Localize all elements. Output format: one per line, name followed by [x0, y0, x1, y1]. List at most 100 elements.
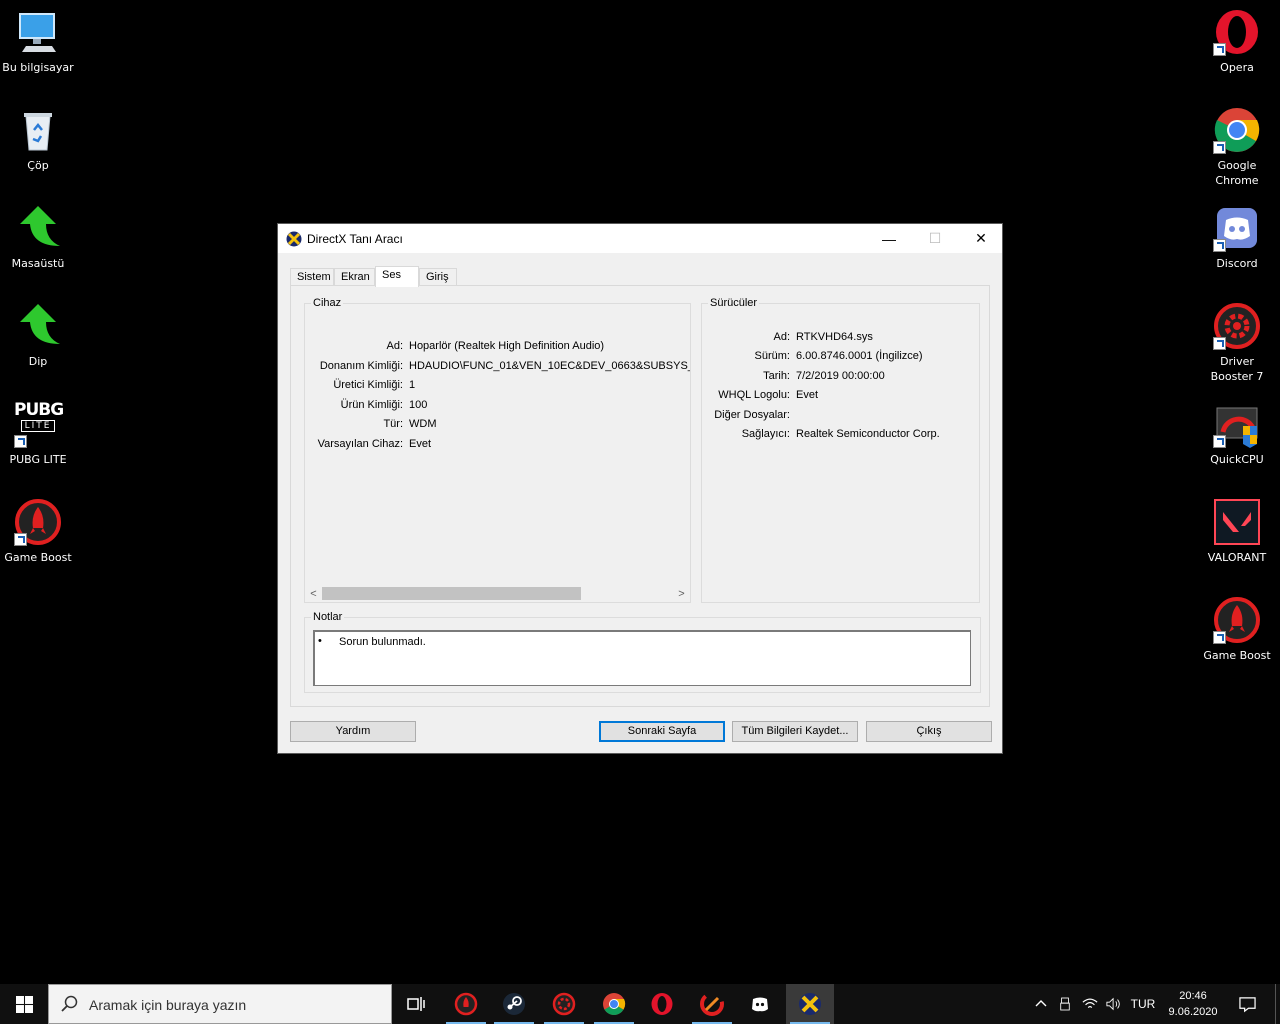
desktop-icon-driver-booster[interactable]: Driver Booster 7	[1199, 302, 1275, 384]
save-all-info-button[interactable]: Tüm Bilgileri Kaydet...	[732, 721, 858, 742]
shortcut-arrow-icon	[1213, 141, 1226, 154]
close-button[interactable]: ✕	[958, 224, 1004, 253]
taskbar-chrome[interactable]	[590, 984, 638, 1024]
product-id-value: 100	[409, 399, 428, 411]
language-indicator[interactable]: TUR	[1128, 984, 1158, 1024]
tab-giris[interactable]: Giriş	[419, 268, 457, 286]
green-arrow-icon	[14, 204, 62, 252]
clock-time: 20:46	[1179, 990, 1207, 1002]
minimize-button[interactable]: —	[866, 224, 912, 253]
volume-icon	[1106, 997, 1120, 1011]
pubg-logo-text: PUBG	[14, 400, 64, 420]
hardware-id-value: HDAUDIO\FUNC_01&VEN_10EC&DEV_0663&SUBSYS…	[409, 360, 690, 372]
maximize-button[interactable]: ☐	[912, 224, 958, 253]
exit-button[interactable]: Çıkış	[866, 721, 992, 742]
driver-date-value: 7/2/2019 00:00:00	[796, 370, 885, 382]
opera-icon	[651, 993, 673, 1015]
tab-sistem[interactable]: Sistem	[290, 268, 334, 286]
pubg-logo-subtext: LITE	[21, 420, 55, 432]
shortcut-arrow-icon	[1213, 631, 1226, 644]
usb-tray-button[interactable]	[1054, 984, 1076, 1024]
search-icon	[61, 995, 78, 1012]
title-bar[interactable]: DirectX Tanı Aracı — ☐ ✕	[278, 224, 1002, 253]
desktop-icon-chrome[interactable]: Google Chrome	[1199, 106, 1275, 188]
field-label: Ürün Kimliği:	[340, 399, 403, 411]
desktop-icon-game-boost-2[interactable]: Game Boost	[1199, 596, 1275, 663]
desktop-icon-recycle-bin[interactable]: Çöp	[0, 106, 76, 173]
notification-icon	[1238, 996, 1256, 1012]
scroll-left-arrow[interactable]: <	[305, 585, 322, 602]
taskbar-game-boost[interactable]	[442, 984, 490, 1024]
notes-textbox[interactable]: • Sorun bulunmadı.	[313, 630, 971, 686]
desktop-icon-label: Game Boost	[4, 551, 72, 564]
show-desktop-button[interactable]	[1275, 984, 1280, 1024]
action-center-button[interactable]	[1230, 984, 1264, 1024]
field-label: Tarih:	[763, 370, 790, 382]
taskbar-search-box[interactable]: Aramak için buraya yazın	[48, 984, 392, 1024]
task-view-icon	[407, 997, 425, 1011]
tab-panel-ses: Cihaz Ad: Hoparlör (Realtek High Definit…	[290, 285, 990, 707]
desktop-icon-quickcpu[interactable]: QuickCPU	[1199, 400, 1275, 467]
desktop-icon-label: Masaüstü	[11, 257, 65, 270]
taskbar: Aramak için buraya yazın TUR 20:46 9.06.…	[0, 984, 1280, 1024]
steam-icon	[503, 993, 525, 1015]
desktop-icon-game-boost[interactable]: Game Boost	[0, 498, 76, 565]
windows-logo-icon	[15, 995, 33, 1013]
field-label: Diğer Dosyalar:	[714, 409, 790, 421]
driver-version-value: 6.00.8746.0001 (İngilizce)	[796, 350, 923, 362]
show-hidden-icons-button[interactable]	[1030, 984, 1052, 1024]
desktop-icon-label: Opera	[1220, 61, 1254, 74]
taskbar-discord[interactable]	[736, 984, 784, 1024]
clock-date: 9.06.2020	[1168, 1006, 1218, 1018]
tab-ekran[interactable]: Ekran	[334, 268, 375, 286]
game-boost-icon	[1213, 596, 1261, 644]
desktop-icon-this-pc[interactable]: Bu bilgisayar	[0, 8, 76, 75]
start-button[interactable]	[0, 984, 48, 1024]
desktop-icon-pubg-lite[interactable]: PUBG LITE PUBG LITE	[0, 400, 76, 467]
chevron-up-icon	[1035, 1000, 1047, 1007]
network-tray-button[interactable]	[1078, 984, 1102, 1024]
notes-group-title: Notlar	[311, 611, 345, 623]
tab-ses[interactable]: Ses	[375, 266, 419, 287]
scrollbar-thumb[interactable]	[322, 587, 581, 600]
device-group: Cihaz Ad: Hoparlör (Realtek High Definit…	[304, 297, 691, 603]
desktop-icon-masaustu[interactable]: Masaüstü	[0, 204, 76, 271]
scroll-right-arrow[interactable]: >	[673, 585, 690, 602]
driver-booster-icon	[1213, 302, 1261, 350]
wifi-icon	[1082, 998, 1098, 1008]
taskbar-steam[interactable]	[490, 984, 538, 1024]
desktop-icon-valorant[interactable]: VALORANT	[1199, 498, 1275, 565]
provider-value: Realtek Semiconductor Corp.	[796, 428, 940, 440]
task-view-button[interactable]	[392, 984, 440, 1024]
horizontal-scrollbar[interactable]: < >	[305, 585, 690, 602]
game-boost-icon	[14, 498, 62, 546]
taskbar-opera[interactable]	[638, 984, 686, 1024]
desktop-icon-label: Discord	[1216, 257, 1258, 270]
driver-fields: Ad: RTKVHD64.sys Sürüm: 6.00.8746.0001 (…	[702, 304, 979, 602]
computer-icon	[14, 8, 62, 56]
taskbar-driver-booster[interactable]	[540, 984, 588, 1024]
valorant-icon	[1213, 498, 1261, 546]
desktop-icon-label: QuickCPU	[1210, 453, 1264, 466]
shortcut-arrow-icon	[1213, 337, 1226, 350]
shortcut-arrow-icon	[1213, 435, 1226, 448]
note-item: Sorun bulunmadı.	[339, 636, 426, 648]
desktop-icon-label: Google Chrome	[1215, 159, 1259, 187]
taskbar-directx[interactable]	[786, 984, 834, 1024]
chrome-icon	[1213, 106, 1261, 154]
taskbar-clock[interactable]: 20:46 9.06.2020	[1158, 988, 1228, 1020]
desktop-icon-discord[interactable]: Discord	[1199, 204, 1275, 271]
taskbar-ccleaner[interactable]	[688, 984, 736, 1024]
desktop-icon-opera[interactable]: Opera	[1199, 8, 1275, 75]
desktop-icon-label: PUBG LITE	[9, 453, 67, 466]
recycle-bin-icon	[14, 106, 62, 154]
device-name-value: Hoparlör (Realtek High Definition Audio)	[409, 340, 605, 352]
default-device-value: Evet	[409, 438, 432, 450]
desktop-icon-dip[interactable]: Dip	[0, 302, 76, 369]
field-label: WHQL Logolu:	[718, 389, 790, 401]
volume-tray-button[interactable]	[1102, 984, 1126, 1024]
help-button[interactable]: Yardım	[290, 721, 416, 742]
shortcut-arrow-icon	[14, 533, 27, 546]
next-page-button[interactable]: Sonraki Sayfa	[599, 721, 725, 742]
whql-value: Evet	[796, 389, 819, 401]
